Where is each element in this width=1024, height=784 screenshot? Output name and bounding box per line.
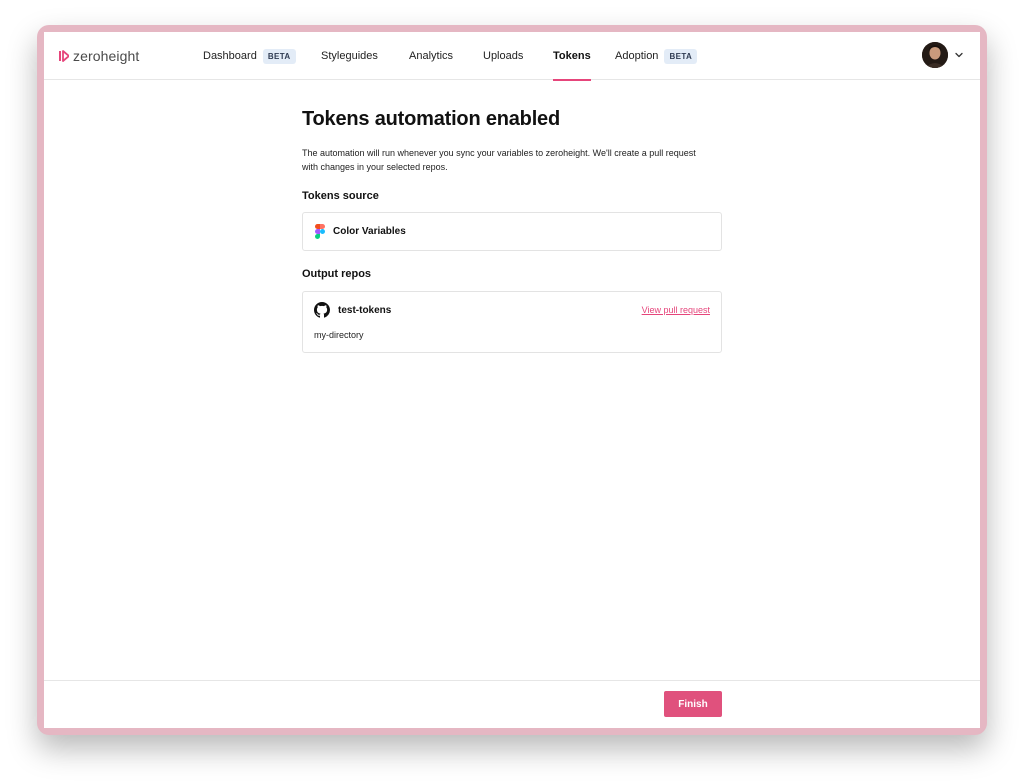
user-avatar[interactable] [922, 42, 948, 68]
page-description: The automation will run whenever you syn… [302, 148, 696, 172]
top-navbar: zeroheight Dashboard BETA Styleguides An… [44, 32, 980, 81]
beta-badge: BETA [664, 48, 698, 64]
user-avatar-icon [922, 42, 948, 68]
main-content: Tokens automation enabled The automation… [302, 108, 722, 353]
nav-item-uploads[interactable]: Uploads [483, 32, 523, 80]
nav-item-label: Uploads [483, 50, 524, 62]
chevron-down-icon[interactable] [954, 50, 964, 60]
zeroheight-logo-icon [59, 50, 69, 62]
tokens-source-label: Tokens source [302, 190, 379, 202]
output-repos-label: Output repos [302, 268, 372, 280]
github-icon [314, 302, 330, 318]
brand-name: zeroheight [73, 48, 140, 64]
repo-header: test-tokens [314, 302, 391, 318]
app-window: zeroheight Dashboard BETA Styleguides An… [44, 32, 980, 728]
nav-item-label: Adoption [615, 50, 659, 62]
nav-item-dashboard[interactable]: Dashboard BETA [203, 32, 296, 80]
logo[interactable]: zeroheight [59, 46, 139, 66]
nav-item-tokens[interactable]: Tokens [553, 32, 591, 81]
view-pull-request-link[interactable]: View pull request [642, 305, 710, 315]
nav-item-analytics[interactable]: Analytics [409, 32, 453, 80]
nav-item-styleguides[interactable]: Styleguides [321, 32, 378, 80]
finish-button[interactable]: Finish [664, 691, 722, 717]
repo-name: test-tokens [338, 304, 392, 316]
figma-icon [315, 224, 325, 239]
repo-card: test-tokens View pull request my-directo… [302, 291, 722, 353]
source-name: Color Variables [333, 226, 406, 237]
nav-item-label: Styleguides [321, 50, 378, 62]
beta-badge: BETA [262, 48, 296, 64]
repo-directory: my-directory [314, 330, 364, 340]
footer-bar: Finish [44, 680, 980, 728]
nav-item-adoption[interactable]: Adoption BETA [615, 32, 698, 80]
tokens-source-card: Color Variables [302, 212, 722, 251]
nav-item-label: Tokens [553, 50, 591, 62]
nav-item-label: Analytics [409, 50, 454, 62]
nav-item-label: Dashboard [203, 50, 257, 62]
page-title: Tokens automation enabled [302, 108, 560, 130]
